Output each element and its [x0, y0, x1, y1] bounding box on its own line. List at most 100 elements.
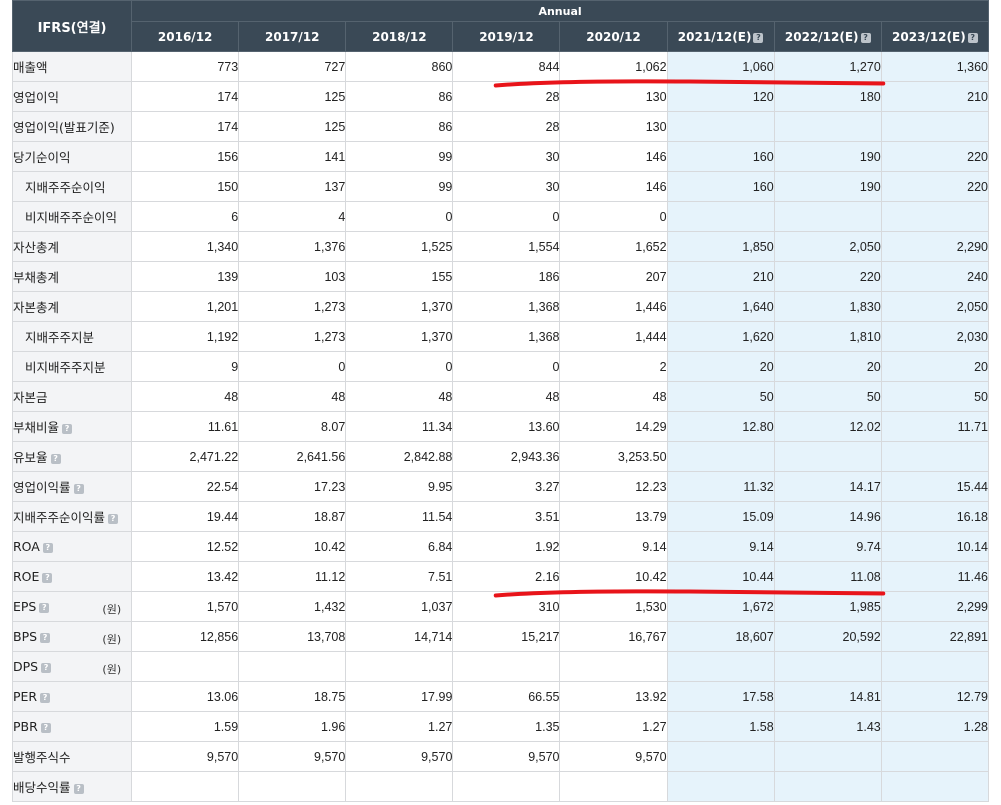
value-cell: 14,714	[345, 621, 454, 652]
year-label: 2016/12	[157, 29, 213, 44]
value-cell: 1,830	[773, 291, 882, 322]
value-cell: 86	[345, 81, 454, 112]
value-cell: 310	[452, 591, 561, 622]
help-icon[interactable]: ?	[42, 573, 53, 583]
year-header-3: 2019/12	[452, 21, 561, 52]
value-cell: 3.27	[452, 471, 561, 502]
value-cell: 20,592	[773, 621, 882, 652]
value-cell: 1,446	[559, 291, 668, 322]
value-cell: 180	[773, 81, 882, 112]
value-cell: 11.12	[238, 561, 347, 592]
year-header-0: 2016/12	[131, 21, 240, 52]
value-cell: 30	[452, 171, 561, 202]
value-cell: 190	[773, 141, 882, 172]
table-row: PBR? 1.59 1.96 1.27 1.35 1.27 1.58 1.43 1.28	[11, 711, 990, 742]
table-body: 매출액 773 727 860 844 1,062 1,060 1,270 1,360 영업이익 1…	[11, 51, 990, 802]
value-cell: 125	[238, 81, 347, 112]
row-label-cell: 배당수익률?	[11, 771, 133, 802]
value-cell: 186	[452, 261, 561, 292]
table-row: 발행주식수 9,570 9,570 9,570 9,570 9,570	[11, 741, 990, 772]
help-icon[interactable]: ?	[73, 484, 84, 494]
table-row: 영업이익 174 125 86 28 130 120 180 210	[11, 81, 990, 112]
value-cell: 12.52	[131, 531, 240, 562]
row-label: 영업이익(발표기준)	[13, 120, 115, 135]
help-icon[interactable]: ?	[41, 663, 52, 673]
year-header-6: 2022/12(E)?	[773, 21, 882, 52]
value-cell: 48	[452, 381, 561, 412]
table-row: 배당수익률?	[11, 771, 990, 802]
value-cell: 1.27	[345, 711, 454, 742]
value-cell: 727	[238, 51, 347, 82]
table-row: 지배주주순이익률? 19.44 18.87 11.54 3.51 13.79 15.09 14…	[11, 501, 990, 532]
row-label: 비지배주주지분	[25, 360, 106, 375]
value-cell: 20	[666, 351, 775, 382]
help-icon[interactable]: ?	[62, 424, 73, 434]
help-icon[interactable]: ?	[50, 454, 61, 464]
value-cell: 174	[131, 111, 240, 142]
value-cell: 1.28	[880, 711, 990, 742]
value-cell: 1,554	[452, 231, 561, 262]
help-icon[interactable]: ?	[42, 543, 53, 553]
value-cell	[880, 111, 990, 142]
row-label-cell: 영업이익(발표기준)	[11, 111, 133, 142]
value-cell: 8.07	[238, 411, 347, 442]
value-cell: 3,253.50	[559, 441, 668, 472]
help-icon[interactable]: ?	[967, 32, 978, 43]
row-label-cell: PER?	[11, 681, 133, 712]
value-cell: 9,570	[345, 741, 454, 772]
help-icon[interactable]: ?	[40, 633, 51, 643]
help-icon[interactable]: ?	[860, 32, 871, 43]
value-cell: 10.42	[238, 531, 347, 562]
row-label-cell: 비지배주주순이익	[11, 201, 133, 232]
table-row: 유보율? 2,471.22 2,641.56 2,842.88 2,943.36 3,25…	[11, 441, 990, 472]
help-icon[interactable]: ?	[39, 603, 50, 613]
value-cell	[773, 201, 882, 232]
value-cell: 1.96	[238, 711, 347, 742]
row-label: 발행주식수	[13, 750, 71, 765]
value-cell: 17.23	[238, 471, 347, 502]
value-cell: 1.27	[559, 711, 668, 742]
value-cell: 13.42	[131, 561, 240, 592]
value-cell: 220	[773, 261, 882, 292]
table-row: 자본총계 1,201 1,273 1,370 1,368 1,446 1,640 1,830 2…	[11, 291, 990, 322]
value-cell: 12.02	[773, 411, 882, 442]
value-cell: 2,641.56	[238, 441, 347, 472]
help-icon[interactable]: ?	[108, 514, 119, 524]
value-cell: 220	[880, 171, 990, 202]
row-label: 부채비율	[13, 420, 60, 435]
year-label: 2021/12(E)	[677, 29, 752, 44]
value-cell: 11.71	[880, 411, 990, 442]
value-cell: 12,856	[131, 621, 240, 652]
value-cell: 10.42	[559, 561, 668, 592]
value-cell: 1,368	[452, 321, 561, 352]
value-cell	[880, 771, 990, 802]
value-cell: 0	[559, 201, 668, 232]
table-row: ROA? 12.52 10.42 6.84 1.92 9.14 9.14 9.74 10.14	[11, 531, 990, 562]
help-icon[interactable]: ?	[73, 784, 84, 794]
value-cell: 141	[238, 141, 347, 172]
value-cell: 99	[345, 141, 454, 172]
value-cell	[131, 771, 240, 802]
year-label: 2017/12	[265, 29, 320, 44]
value-cell: 14.96	[773, 501, 882, 532]
value-cell: 2,471.22	[131, 441, 240, 472]
help-icon[interactable]: ?	[753, 32, 764, 43]
value-cell: 11.61	[131, 411, 240, 442]
help-icon[interactable]: ?	[40, 693, 51, 703]
table-row: ROE? 13.42 11.12 7.51 2.16 10.42 10.44 11.08 11.…	[11, 561, 990, 592]
value-cell: 48	[345, 381, 454, 412]
help-icon[interactable]: ?	[40, 723, 51, 733]
year-header-4: 2020/12	[559, 21, 668, 52]
value-cell: 1,037	[345, 591, 454, 622]
value-cell: 120	[666, 81, 775, 112]
value-cell: 13,708	[238, 621, 347, 652]
value-cell: 28	[452, 111, 561, 142]
value-cell: 146	[559, 171, 668, 202]
value-cell	[131, 651, 240, 682]
row-label: ROE	[13, 569, 40, 584]
row-label-cell: 발행주식수	[11, 741, 133, 772]
value-cell: 1,620	[666, 321, 775, 352]
value-cell: 13.60	[452, 411, 561, 442]
value-cell: 130	[559, 81, 668, 112]
value-cell: 48	[559, 381, 668, 412]
